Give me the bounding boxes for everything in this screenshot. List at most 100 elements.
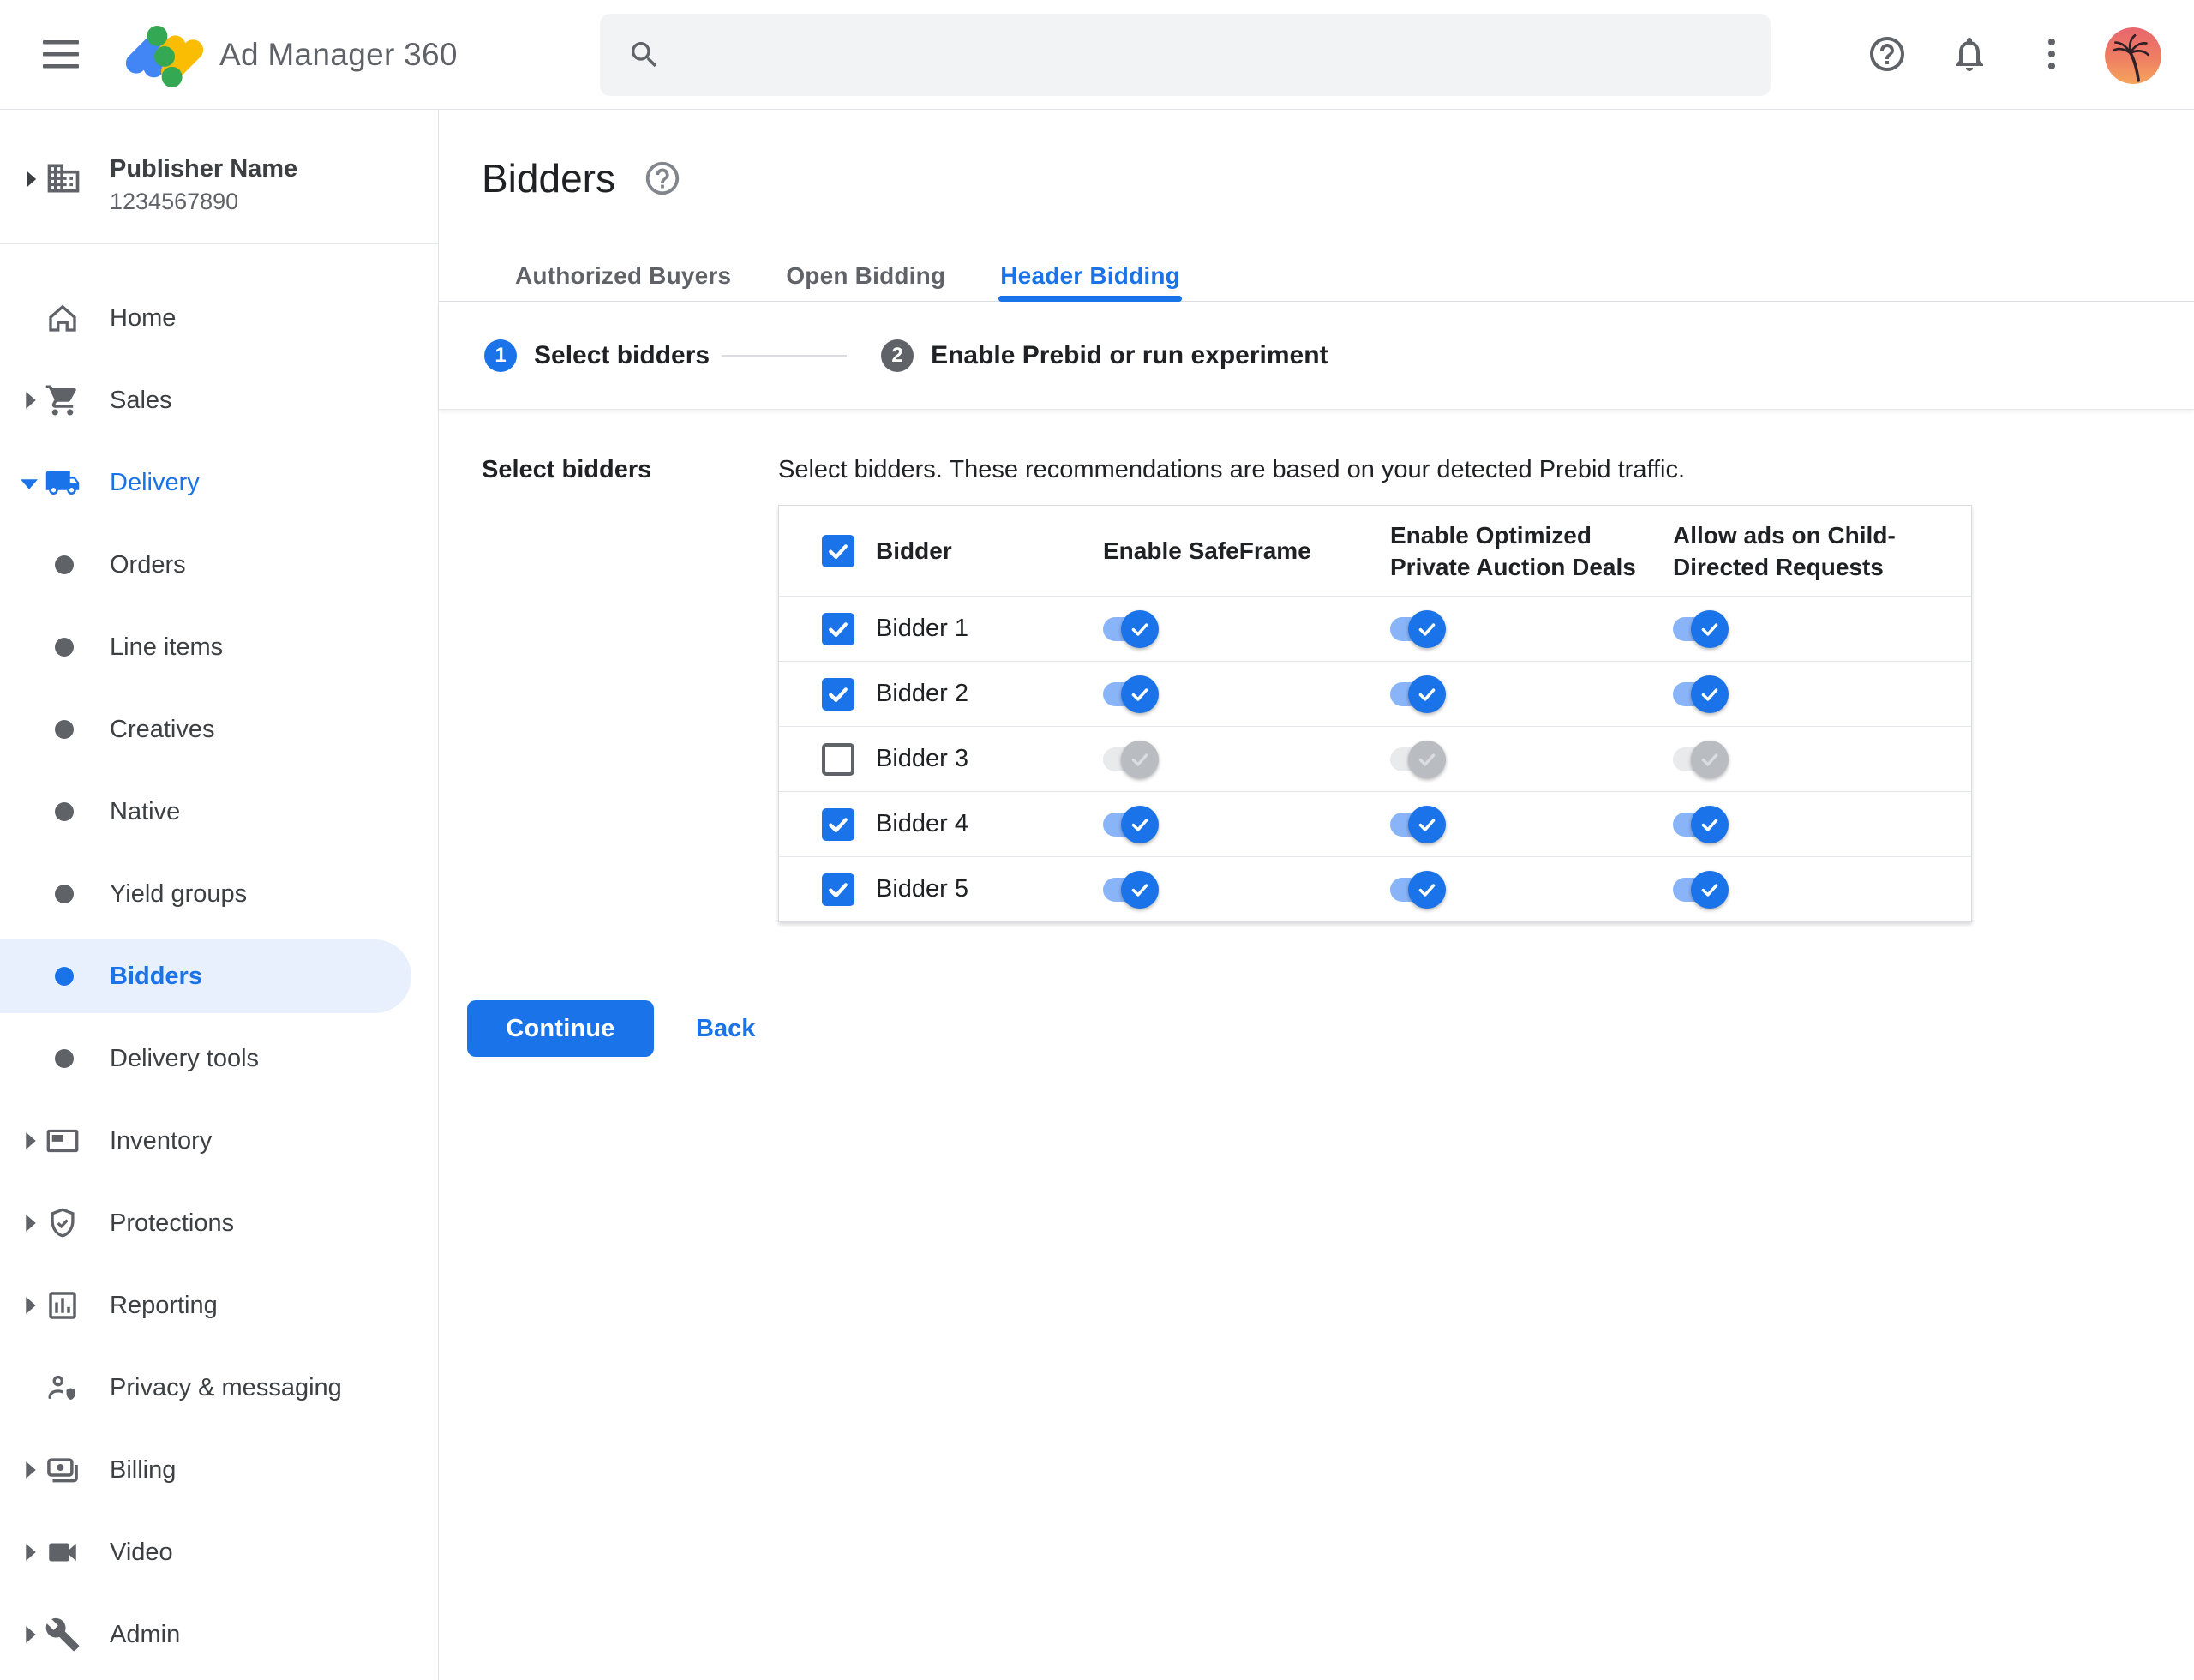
optimized-deals-toggle[interactable] <box>1390 805 1447 844</box>
sidebar-item-protections[interactable]: Protections <box>0 1182 439 1264</box>
chevron-right-icon[interactable] <box>24 1461 38 1479</box>
bullet-icon <box>55 885 74 903</box>
table-row: Bidder 1 <box>779 596 1971 661</box>
header-cell: Allow ads on Child-Directed Requests <box>1673 521 1896 580</box>
sidebar-item-label: Creatives <box>110 716 215 743</box>
toggle-cell <box>1671 609 1971 649</box>
header-cell: Enable SafeFrame <box>1103 537 1311 564</box>
chevron-right-icon[interactable] <box>24 1544 38 1561</box>
tab-authorized-buyers[interactable]: Authorized Buyers <box>488 252 758 301</box>
table-header-row: Bidder Enable SafeFrame Enable Optimized P… <box>779 506 1971 596</box>
sidebar-item-orders[interactable]: Orders <box>0 524 439 606</box>
sidebar-item-creatives[interactable]: Creatives <box>0 688 439 771</box>
select-bidders-section: Select bidders Select bidders. These rec… <box>439 410 2194 922</box>
toggle-cell <box>1388 805 1671 844</box>
child-directed-toggle[interactable] <box>1673 675 1729 714</box>
chevron-right-icon[interactable] <box>24 1626 38 1643</box>
row-checkbox[interactable] <box>822 612 854 645</box>
sidebar-item-admin[interactable]: Admin <box>0 1593 439 1676</box>
safeframe-toggle[interactable] <box>1103 609 1160 649</box>
help-icon[interactable] <box>1863 31 1911 79</box>
toggle-cell <box>1388 609 1671 649</box>
select-all-checkbox[interactable] <box>822 534 854 567</box>
toggle-thumb <box>1691 609 1729 648</box>
optimized-deals-toggle[interactable] <box>1390 675 1447 714</box>
toggle-cell <box>1671 870 1971 909</box>
truck-icon <box>45 465 81 501</box>
toggle-cell <box>1101 740 1388 779</box>
sidebar-item-sales[interactable]: Sales <box>0 359 439 441</box>
sidebar-item-video[interactable]: Video <box>0 1511 439 1593</box>
tab-bar: Authorized Buyers Open Bidding Header Bidd… <box>439 252 2194 302</box>
sidebar-item-label: Line items <box>110 633 224 661</box>
row-checkbox[interactable] <box>822 873 854 906</box>
sidebar-item-bidders[interactable]: Bidders <box>0 935 439 1017</box>
toggle-thumb <box>1121 675 1159 713</box>
row-checkbox[interactable] <box>822 677 854 711</box>
sidebar-item-label: Yield groups <box>110 880 248 908</box>
sidebar-item-native[interactable]: Native <box>0 771 439 853</box>
chevron-right-icon[interactable] <box>24 1215 38 1232</box>
tab-open-bidding[interactable]: Open Bidding <box>758 252 973 301</box>
child-directed-toggle[interactable] <box>1673 870 1729 909</box>
step-1[interactable]: 1 Select bidders <box>484 339 710 372</box>
safeframe-toggle[interactable] <box>1103 675 1160 714</box>
header-cell-bidder: Bidder <box>779 534 1101 567</box>
child-directed-toggle[interactable] <box>1673 805 1729 844</box>
chevron-right-icon[interactable] <box>24 1297 38 1314</box>
tab-header-bidding[interactable]: Header Bidding <box>973 252 1208 302</box>
sidebar-item-inventory[interactable]: Inventory <box>0 1100 439 1182</box>
sidebar-item-label: Video <box>110 1539 173 1566</box>
child-directed-toggle <box>1673 740 1729 779</box>
continue-button[interactable]: Continue <box>467 1000 654 1057</box>
toggle-cell <box>1671 805 1971 844</box>
row-checkbox[interactable] <box>822 807 854 841</box>
section-label: Select bidders <box>482 456 652 483</box>
sidebar-item-home[interactable]: Home <box>0 277 439 359</box>
bidder-name: Bidder 3 <box>876 745 969 772</box>
chevron-right-icon[interactable] <box>24 392 38 409</box>
sidebar-item-label: Home <box>110 304 177 332</box>
sidebar-item-yield-groups[interactable]: Yield groups <box>0 853 439 935</box>
sidebar-item-label: Inventory <box>110 1127 213 1155</box>
payments-icon <box>45 1452 81 1488</box>
sidebar-item-label: Privacy & messaging <box>110 1374 342 1401</box>
sidebar-item-privacy-messaging[interactable]: Privacy & messaging <box>0 1347 439 1429</box>
table-row: Bidder 4 <box>779 791 1971 856</box>
sidebar-item-label: Admin <box>110 1621 181 1648</box>
bidder-cell: Bidder 2 <box>779 677 1101 711</box>
sidebar-item-reporting[interactable]: Reporting <box>0 1264 439 1347</box>
inventory-icon <box>45 1123 81 1159</box>
optimized-deals-toggle[interactable] <box>1390 870 1447 909</box>
optimized-deals-toggle[interactable] <box>1390 609 1447 649</box>
table-description: Select bidders. These recommendations ar… <box>778 456 1686 483</box>
child-directed-toggle[interactable] <box>1673 609 1729 649</box>
sidebar-item-billing[interactable]: Billing <box>0 1429 439 1511</box>
chevron-right-icon[interactable] <box>24 1132 38 1149</box>
bidder-name: Bidder 2 <box>876 680 969 707</box>
search-input[interactable] <box>662 14 1771 96</box>
back-button[interactable]: Back <box>696 1015 755 1043</box>
menu-icon[interactable] <box>43 38 81 72</box>
sidebar-item-label: Native <box>110 798 181 825</box>
app-title: Ad Manager 360 <box>219 37 458 72</box>
bidder-name: Bidder 5 <box>876 875 969 903</box>
stepper: 1 Select bidders 2 Enable Prebid or run … <box>439 302 2194 410</box>
safeframe-toggle[interactable] <box>1103 805 1160 844</box>
sidebar-item-label: Reporting <box>110 1292 218 1319</box>
column-label: Bidder <box>876 537 952 564</box>
chevron-down-icon[interactable] <box>21 477 38 491</box>
row-checkbox[interactable] <box>822 742 854 776</box>
safeframe-toggle[interactable] <box>1103 870 1160 909</box>
avatar[interactable] <box>2105 27 2161 84</box>
sidebar-item-delivery[interactable]: Delivery <box>0 441 439 524</box>
bullet-icon <box>55 555 74 574</box>
publisher-switcher[interactable]: Publisher Name 1234567890 <box>0 110 438 244</box>
more-vertical-icon[interactable] <box>2028 31 2076 79</box>
notifications-icon[interactable] <box>1945 31 1993 79</box>
step-2[interactable]: 2 Enable Prebid or run experiment <box>881 339 1328 372</box>
page-help-icon[interactable] <box>643 159 682 198</box>
sidebar-item-delivery-tools[interactable]: Delivery tools <box>0 1017 439 1100</box>
toggle-thumb <box>1691 675 1729 713</box>
sidebar-item-line-items[interactable]: Line items <box>0 606 439 688</box>
